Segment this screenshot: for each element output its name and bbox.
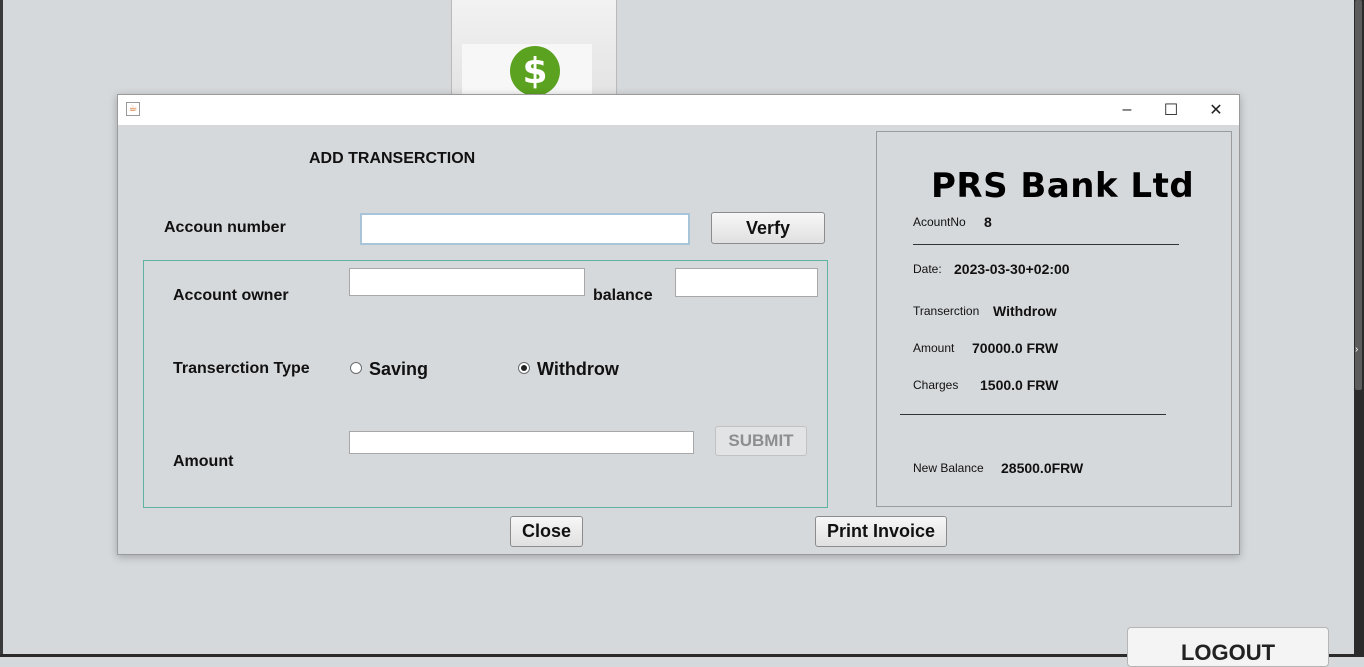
saving-radio-label[interactable]: Saving — [369, 359, 428, 380]
app-logo-tile: $ — [451, 0, 617, 96]
logout-button[interactable]: LOGOUT — [1127, 627, 1329, 667]
balance-field[interactable] — [675, 268, 818, 297]
new-balance-label: New Balance — [913, 461, 984, 475]
charges-label: Charges — [913, 378, 959, 392]
date-label: Date: — [913, 262, 942, 276]
invoice-receipt-panel: PRS Bank Ltd AcountNo 8 Date: 2023-03-30… — [876, 131, 1232, 507]
bank-name: PRS Bank Ltd — [931, 166, 1195, 206]
close-icon[interactable]: ✕ — [1194, 95, 1238, 125]
saving-radio[interactable] — [350, 362, 362, 374]
scrollbar-thumb[interactable] — [1355, 0, 1362, 390]
account-number-input[interactable] — [360, 213, 690, 245]
balance-label: balance — [593, 287, 653, 304]
account-owner-field[interactable] — [349, 268, 585, 296]
minimize-icon[interactable]: – — [1105, 95, 1149, 125]
withdraw-radio[interactable] — [518, 362, 530, 374]
print-invoice-button[interactable]: Print Invoice — [815, 516, 947, 547]
new-balance-value: 28500.0FRW — [1001, 460, 1084, 476]
left-window-edge — [0, 0, 3, 657]
amount-receipt-value: 70000.0 FRW — [972, 340, 1059, 356]
receipt-divider — [913, 244, 1179, 245]
date-value: 2023-03-30+02:00 — [954, 261, 1070, 277]
close-button[interactable]: Close — [510, 516, 583, 547]
java-app-icon: ☕ — [126, 102, 140, 116]
account-no-value: 8 — [984, 214, 992, 230]
account-no-label: AcountNo — [913, 215, 966, 229]
amount-label: Amount — [173, 453, 234, 470]
account-number-label: Accoun number — [164, 219, 286, 236]
transaction-type-label: Transerction Type — [173, 360, 310, 377]
right-scrollbar[interactable]: › — [1354, 0, 1364, 657]
maximize-icon[interactable]: ☐ — [1149, 95, 1193, 125]
account-owner-label: Account owner — [173, 287, 289, 304]
logo-image: $ — [462, 44, 592, 96]
verify-button[interactable]: Verfy — [711, 212, 825, 244]
amount-input[interactable] — [349, 431, 694, 454]
dollar-coin-icon: $ — [510, 46, 560, 96]
transaction-label: Transerction — [913, 304, 980, 318]
chevron-right-icon: › — [1355, 344, 1359, 355]
form-title: ADD TRANSERCTION — [309, 150, 476, 167]
amount-receipt-label: Amount — [913, 341, 955, 355]
submit-button[interactable]: SUBMIT — [715, 426, 807, 456]
add-transaction-dialog: ☕ – ☐ ✕ ADD TRANSERCTION Accoun number V… — [117, 94, 1240, 555]
receipt-divider — [900, 414, 1166, 415]
charges-value: 1500.0 FRW — [980, 377, 1059, 393]
withdraw-radio-label[interactable]: Withdrow — [537, 359, 619, 380]
transaction-value: Withdrow — [993, 303, 1057, 319]
dialog-titlebar[interactable]: ☕ – ☐ ✕ — [118, 95, 1239, 125]
